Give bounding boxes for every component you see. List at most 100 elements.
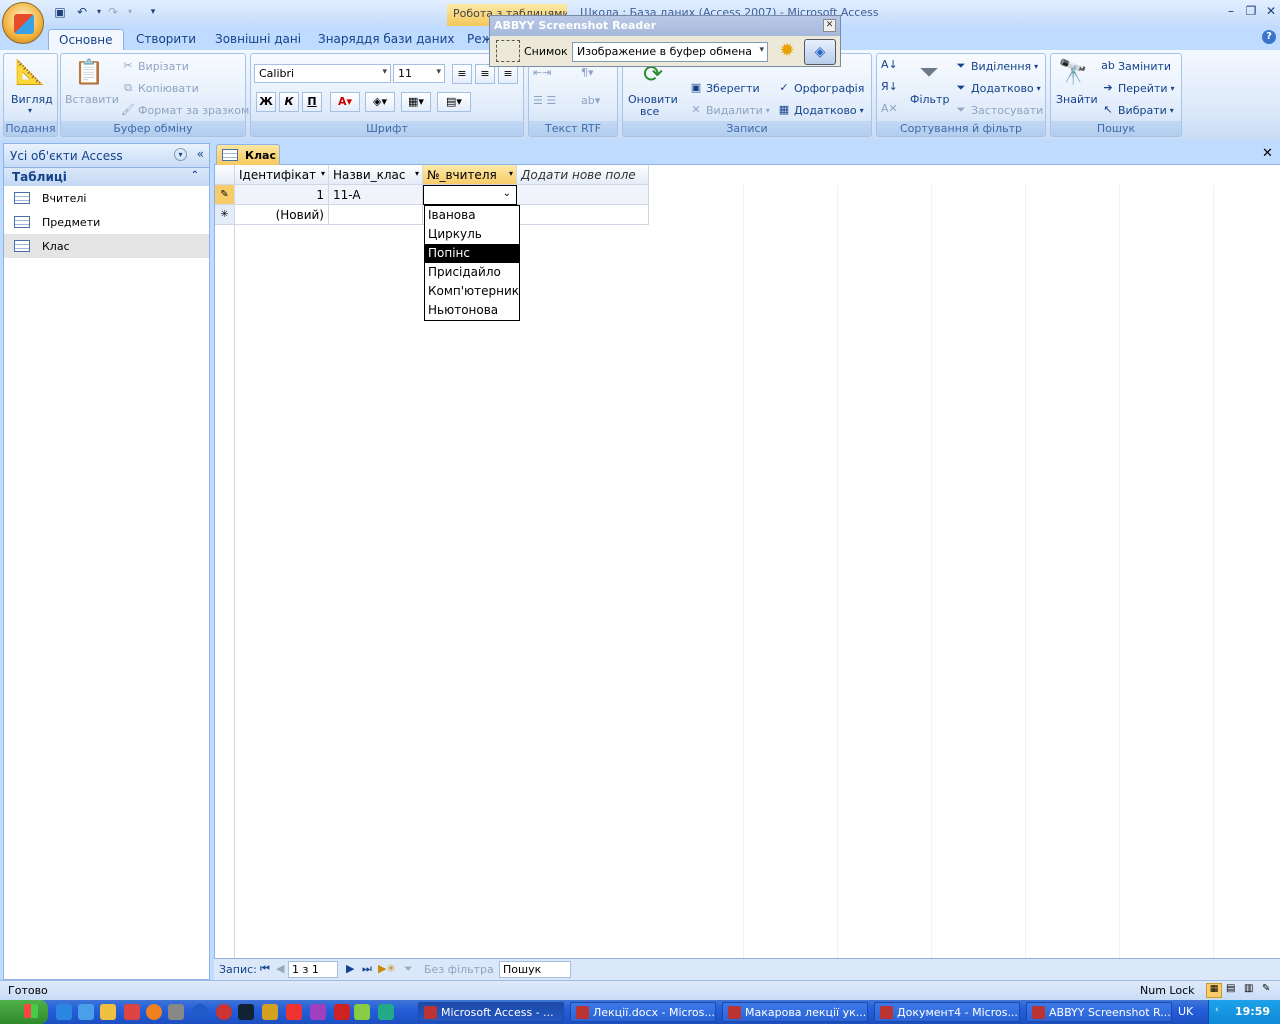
paragraph-direction-icon[interactable]: ¶▾ (581, 66, 594, 79)
quicklaunch-icon[interactable] (238, 1004, 254, 1020)
font-color-icon[interactable]: A▾ (330, 92, 360, 112)
cell-id[interactable]: 1 (235, 185, 329, 205)
dropdown-option[interactable]: Циркуль (425, 225, 519, 244)
italic-button[interactable]: К (279, 92, 299, 112)
pivot-table-view-icon[interactable]: ▤ (1226, 983, 1235, 994)
nav-item-teachers[interactable]: Вчителі (4, 186, 209, 210)
cell-class-name[interactable]: 11-A (329, 185, 423, 205)
new-record-icon[interactable]: ▶✳ (378, 962, 396, 975)
column-dropdown-icon[interactable]: ▾ (321, 169, 325, 178)
settings-gear-icon[interactable]: ✹ (776, 40, 798, 62)
column-dropdown-icon[interactable]: ▾ (415, 169, 419, 178)
copy-button[interactable]: ⧉ Копіювати (121, 81, 199, 95)
cell-add-field-new[interactable] (517, 205, 649, 225)
delete-record-button[interactable]: ✕ Видалити ▾ (689, 103, 769, 117)
row-selector-new[interactable]: ✳ (215, 205, 235, 225)
dropdown-option[interactable]: Ньютонова (425, 301, 519, 320)
cell-class-name-new[interactable] (329, 205, 423, 225)
taskbar-item-lectures[interactable]: Лекції.docx - Micros... (570, 1002, 716, 1022)
quicklaunch-icon[interactable] (124, 1004, 140, 1020)
taskbar-item-abbyy[interactable]: ABBYY Screenshot R... (1026, 1002, 1172, 1022)
capture-icon[interactable]: ◈ (804, 39, 836, 65)
collapse-pane-icon[interactable]: « (197, 147, 204, 161)
indent-icon[interactable]: ⇤⇥ (533, 66, 551, 79)
taskbar-item-document4[interactable]: Документ4 - Micros... (874, 1002, 1020, 1022)
quicklaunch-icon[interactable] (262, 1004, 278, 1020)
filter-button[interactable]: Фільтр (910, 93, 949, 106)
dropdown-option[interactable]: Комп'ютерник (425, 282, 519, 301)
align-left-icon[interactable]: ≡ (452, 64, 472, 84)
nav-item-subjects[interactable]: Предмети (4, 210, 209, 234)
chevron-down-icon[interactable]: ▾ (174, 148, 187, 161)
advanced-filter-button[interactable]: ⏷ Додатково ▾ (954, 81, 1041, 95)
more-records-button[interactable]: ▦ Додатково ▾ (777, 103, 864, 117)
abbyy-target-select[interactable]: Изображение в буфер обмена (572, 42, 768, 62)
customize-qat-icon[interactable]: ▾ (146, 5, 160, 19)
align-center-icon[interactable]: ≡ (475, 64, 495, 84)
dropdown-option-highlighted[interactable]: Попінс (425, 244, 519, 263)
bold-button[interactable]: Ж (256, 92, 276, 112)
align-right-icon[interactable]: ≡ (498, 64, 518, 84)
row-selector-edit[interactable]: ✎ (215, 185, 235, 205)
design-view-icon[interactable]: ✎ (1262, 983, 1270, 994)
goto-button[interactable]: ➔ Перейти ▾ (1101, 81, 1174, 95)
column-header-add-field[interactable]: Додати нове поле (517, 165, 649, 185)
gridlines-icon[interactable]: ▦▾ (401, 92, 431, 112)
save-record-button[interactable]: ▣ Зберегти (689, 81, 760, 95)
view-dropdown-icon[interactable]: ▾ (28, 106, 32, 115)
view-button[interactable]: Вигляд (11, 93, 53, 106)
sort-descending-icon[interactable]: Я↓ (881, 80, 898, 93)
previous-record-icon[interactable]: ◀ (276, 962, 284, 975)
tab-database-tools[interactable]: Знаряддя бази даних (308, 29, 465, 50)
quicklaunch-icon[interactable] (334, 1004, 350, 1020)
replace-button[interactable]: ab Замінити (1101, 59, 1171, 73)
cut-button[interactable]: ✂ Вирізати (121, 59, 189, 73)
help-icon[interactable]: ? (1262, 30, 1276, 44)
teacher-dropdown-list[interactable]: Іванова Циркуль Попінс Присідайло Комп'ю… (424, 205, 520, 321)
abbyy-close-icon[interactable]: ✕ (823, 19, 836, 32)
taskbar-item-makarova[interactable]: Макарова лекції ук... (722, 1002, 868, 1022)
first-record-icon[interactable]: ⏮ (260, 962, 270, 976)
quicklaunch-icon[interactable] (354, 1004, 370, 1020)
format-painter-button[interactable]: 🖌 Формат за зразком (121, 103, 249, 117)
find-button[interactable]: Знайти (1056, 93, 1098, 106)
undo-icon[interactable]: ↶ (75, 5, 89, 19)
selection-button[interactable]: ⏷ Виділення ▾ (954, 59, 1039, 73)
collapse-group-icon[interactable]: ⌃ (191, 170, 199, 181)
document-tab-class[interactable]: Клас (216, 144, 280, 166)
close-document-icon[interactable]: ✕ (1262, 146, 1273, 161)
refresh-all-label-2[interactable]: все (640, 105, 659, 118)
taskbar-item-access[interactable]: Microsoft Access - ... (418, 1002, 564, 1022)
redo-icon[interactable]: ↷ (106, 5, 120, 19)
abbyy-title[interactable]: ABBYY Screenshot Reader (490, 16, 840, 36)
column-header-class-name[interactable]: Назви_клас ▾ (329, 165, 423, 185)
start-button[interactable] (0, 1000, 48, 1024)
language-indicator[interactable]: UK (1178, 1005, 1193, 1018)
tab-home[interactable]: Основне (48, 29, 124, 50)
tab-create[interactable]: Створити (126, 29, 206, 50)
select-button[interactable]: ↖ Вибрати ▾ (1101, 103, 1173, 117)
quicklaunch-icon[interactable] (378, 1004, 394, 1020)
undo-dropdown-icon[interactable]: ▾ (92, 5, 106, 19)
underline-button[interactable]: П (302, 92, 322, 112)
apply-filter-button[interactable]: ⏷ Застосувати (954, 103, 1044, 117)
download-icon[interactable] (192, 1004, 208, 1020)
quicklaunch-icon[interactable] (310, 1004, 326, 1020)
pivot-chart-view-icon[interactable]: ▥ (1244, 983, 1253, 994)
search-input[interactable]: Пошук (499, 961, 571, 978)
redo-dropdown-icon[interactable]: ▾ (123, 5, 137, 19)
numbering-icon[interactable]: ☰ ☰ (533, 94, 556, 107)
alternate-fill-icon[interactable]: ▤▾ (437, 92, 471, 112)
camera-icon[interactable] (496, 40, 520, 62)
select-all-corner[interactable] (215, 165, 235, 185)
firefox-icon[interactable] (146, 1004, 162, 1020)
column-header-teacher[interactable]: №_вчителя ▾ (423, 165, 517, 185)
maximize-icon[interactable]: ❐ (1242, 3, 1260, 19)
last-record-icon[interactable]: ⏭ (362, 962, 372, 976)
font-name-select[interactable]: Calibri (254, 64, 391, 83)
paste-button[interactable]: Вставити (65, 93, 119, 106)
save-icon[interactable]: ▣ (53, 5, 67, 19)
fill-color-icon[interactable]: ◈▾ (365, 92, 395, 112)
clock[interactable]: 19:59 (1235, 1005, 1270, 1018)
filter-status[interactable]: Без фільтра (424, 963, 494, 976)
